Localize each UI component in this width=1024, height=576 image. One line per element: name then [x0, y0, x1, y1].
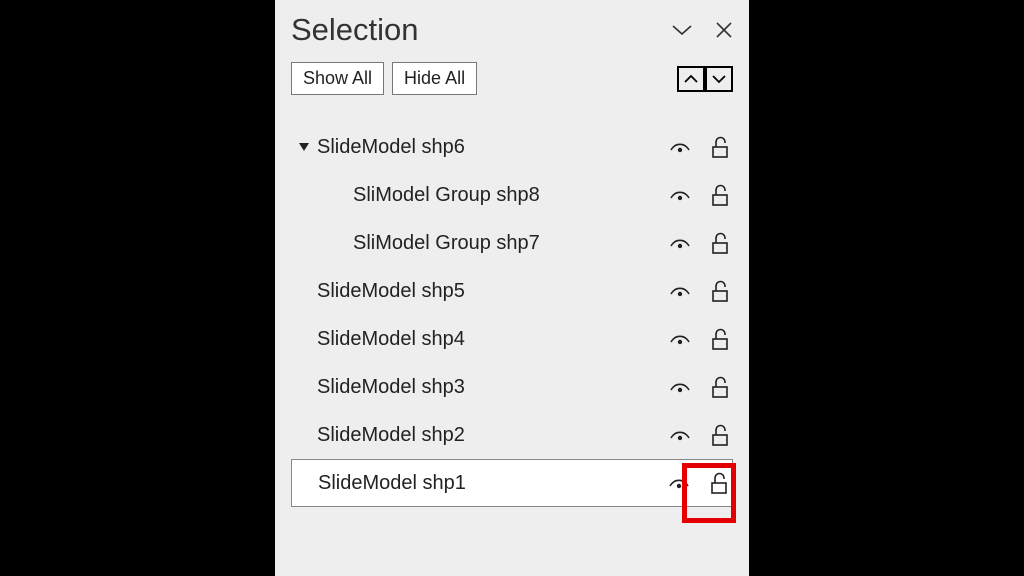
expand-arrow-icon[interactable] — [291, 141, 317, 153]
show-all-button[interactable]: Show All — [291, 62, 384, 95]
send-backward-button[interactable] — [705, 66, 733, 92]
unlocked-icon[interactable] — [709, 327, 731, 351]
item-label[interactable]: SlideModel shp3 — [317, 376, 669, 399]
row-icons — [669, 423, 733, 447]
selection-list: SlideModel shp6 SliModel Group shp8 SliMod… — [291, 123, 733, 507]
item-label[interactable]: SlideModel shp6 — [317, 136, 669, 159]
visibility-icon[interactable] — [669, 280, 691, 302]
close-icon[interactable] — [715, 21, 733, 39]
visibility-icon[interactable] — [669, 136, 691, 158]
unlocked-icon[interactable] — [709, 183, 731, 207]
row-icons — [669, 375, 733, 399]
unlocked-icon[interactable] — [709, 231, 731, 255]
selection-panel: Selection Show All Hide All SlideModel s… — [275, 0, 749, 576]
unlocked-icon[interactable] — [709, 423, 731, 447]
visibility-icon[interactable] — [669, 424, 691, 446]
unlocked-icon[interactable] — [709, 375, 731, 399]
row-icons — [669, 183, 733, 207]
reorder-controls — [677, 66, 733, 92]
row-icons — [669, 327, 733, 351]
item-label[interactable]: SlideModel shp2 — [317, 424, 669, 447]
collapse-icon[interactable] — [671, 23, 693, 37]
visibility-icon[interactable] — [668, 472, 690, 494]
list-item[interactable]: SlideModel shp3 — [291, 363, 733, 411]
visibility-icon[interactable] — [669, 232, 691, 254]
panel-header: Selection — [291, 12, 733, 48]
visibility-icon[interactable] — [669, 376, 691, 398]
visibility-icon[interactable] — [669, 184, 691, 206]
item-label[interactable]: SlideModel shp1 — [318, 472, 668, 495]
unlocked-icon[interactable] — [709, 279, 731, 303]
header-controls — [671, 21, 733, 39]
row-icons — [669, 231, 733, 255]
item-label[interactable]: SlideModel shp5 — [317, 280, 669, 303]
list-item[interactable]: SlideModel shp5 — [291, 267, 733, 315]
item-label[interactable]: SliModel Group shp8 — [317, 184, 669, 207]
bring-forward-button[interactable] — [677, 66, 705, 92]
list-item[interactable]: SliModel Group shp8 — [291, 171, 733, 219]
panel-title: Selection — [291, 12, 419, 48]
item-label[interactable]: SlideModel shp4 — [317, 328, 669, 351]
list-item[interactable]: SliModel Group shp7 — [291, 219, 733, 267]
list-item[interactable]: SlideModel shp6 — [291, 123, 733, 171]
hide-all-button[interactable]: Hide All — [392, 62, 477, 95]
list-item[interactable]: SlideModel shp1 — [291, 459, 733, 507]
row-icons — [669, 135, 733, 159]
list-item[interactable]: SlideModel shp2 — [291, 411, 733, 459]
list-item[interactable]: SlideModel shp4 — [291, 315, 733, 363]
item-label[interactable]: SliModel Group shp7 — [317, 232, 669, 255]
toolbar: Show All Hide All — [291, 62, 733, 95]
row-icons — [668, 471, 732, 495]
unlocked-icon[interactable] — [709, 135, 731, 159]
visibility-icon[interactable] — [669, 328, 691, 350]
row-icons — [669, 279, 733, 303]
unlocked-icon[interactable] — [708, 471, 730, 495]
